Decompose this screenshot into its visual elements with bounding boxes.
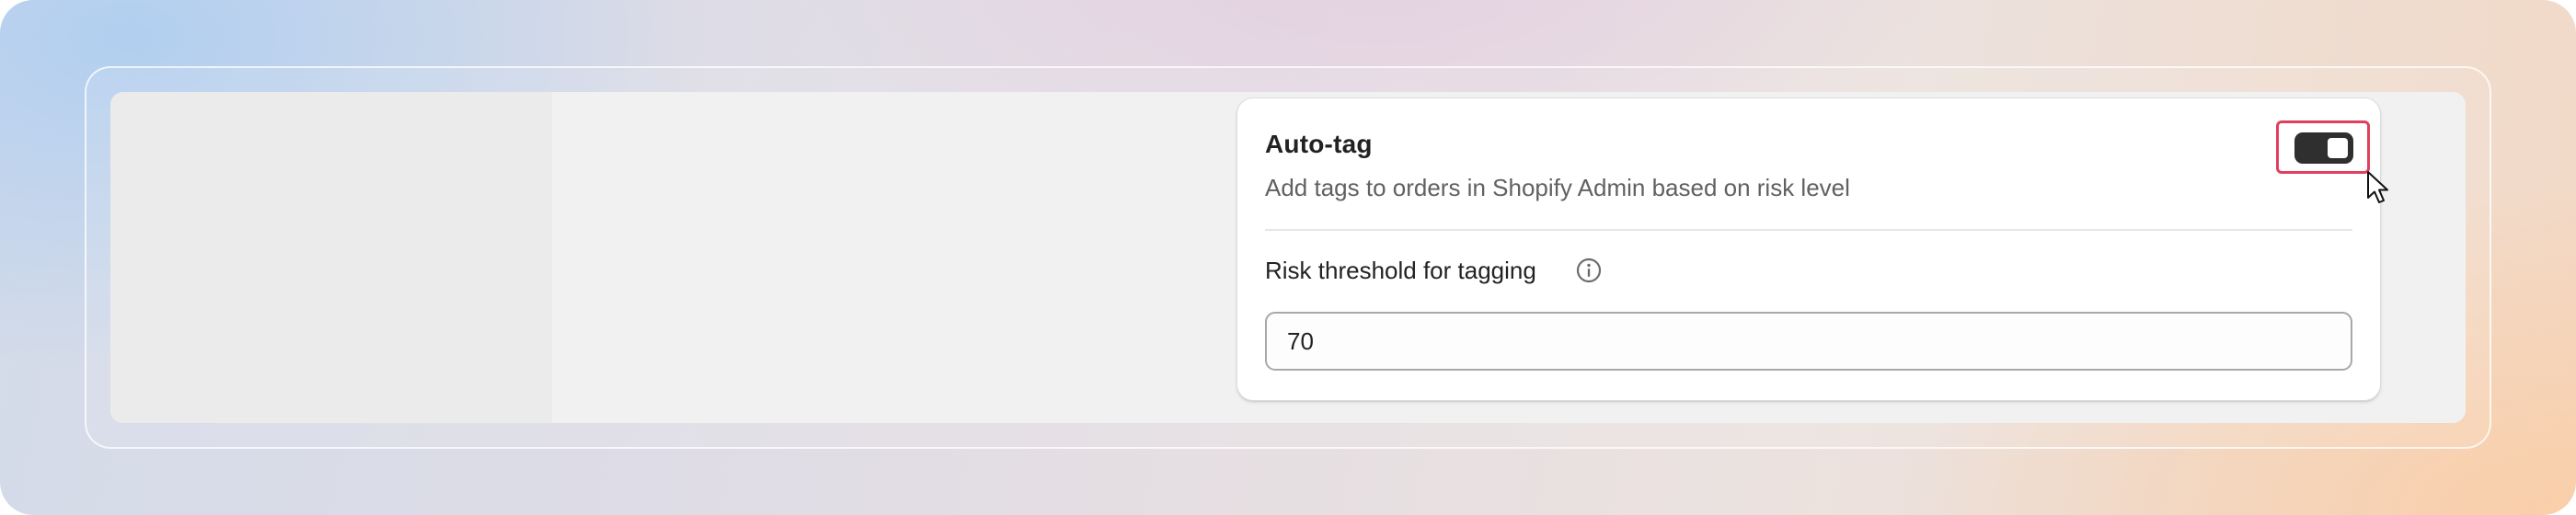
card-description: Add tags to orders in Shopify Admin base… bbox=[1265, 174, 1850, 201]
toggle-knob bbox=[2328, 138, 2348, 158]
auto-tag-toggle[interactable] bbox=[2294, 132, 2353, 164]
toggle-highlight-box bbox=[2276, 120, 2370, 174]
info-icon[interactable] bbox=[1574, 256, 1604, 285]
divider bbox=[1265, 229, 2352, 231]
risk-threshold-label: Risk threshold for tagging bbox=[1265, 257, 1536, 284]
auto-tag-card: Auto-tag Add tags to orders in Shopify A… bbox=[1236, 97, 2381, 401]
mouse-pointer-icon bbox=[2367, 171, 2388, 203]
risk-threshold-input[interactable] bbox=[1265, 312, 2352, 371]
card-title: Auto-tag bbox=[1265, 130, 1373, 158]
sidebar-pane bbox=[110, 92, 552, 423]
